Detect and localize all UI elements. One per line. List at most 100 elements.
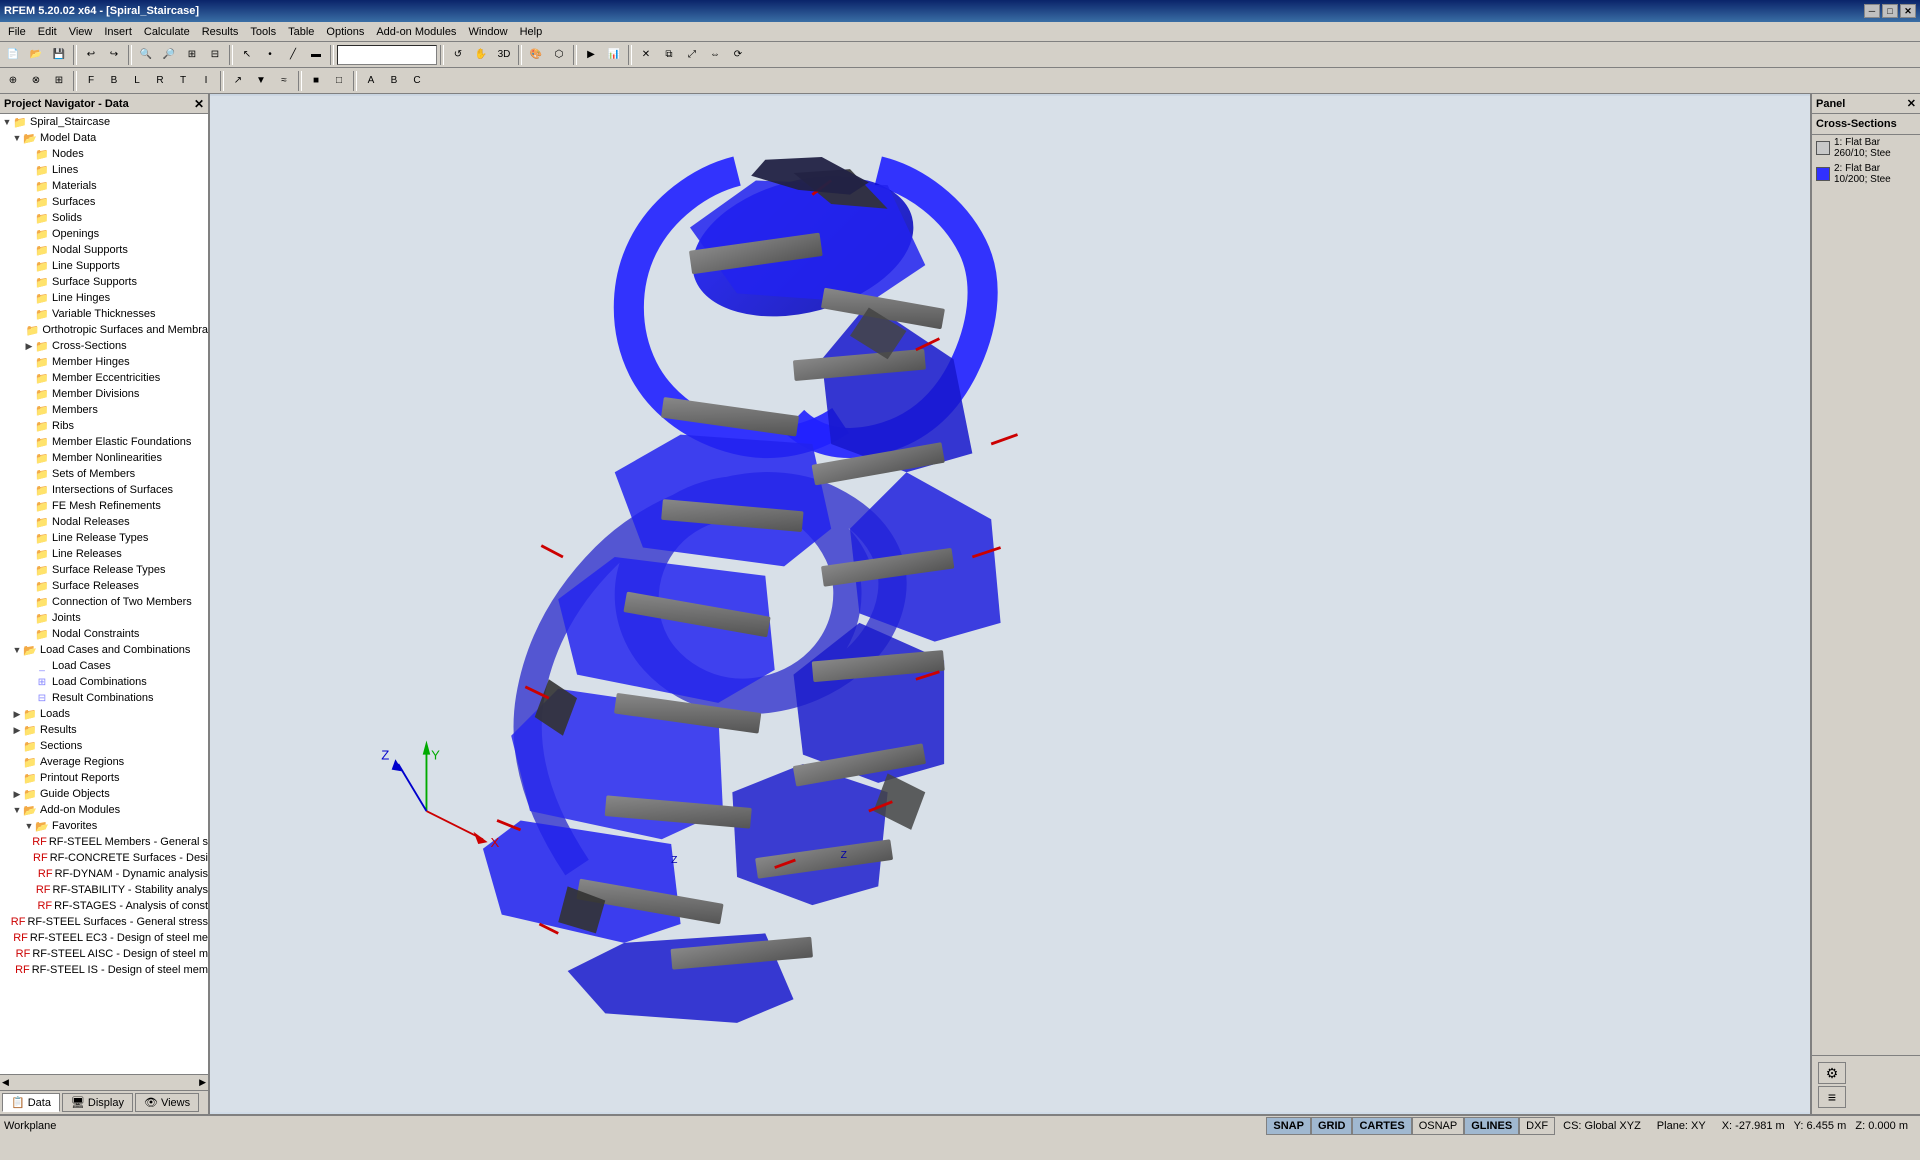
menu-view[interactable]: View: [63, 24, 99, 40]
tree-item-member-elastic-foundations[interactable]: 📁 Member Elastic Foundations: [0, 434, 208, 450]
tree-item-ribs[interactable]: 📁 Ribs: [0, 418, 208, 434]
nav-scroll-left-button[interactable]: ◀: [2, 1077, 9, 1088]
zoom-prev-button[interactable]: ⊟: [204, 44, 226, 66]
menu-options[interactable]: Options: [320, 24, 370, 40]
select-button[interactable]: ↖: [236, 44, 258, 66]
tree-item-rf-stages[interactable]: RF RF-STAGES - Analysis of const: [0, 898, 208, 914]
snap-intersection-button[interactable]: ⊞: [48, 70, 70, 92]
tree-item-results[interactable]: ▶ 📁 Results: [0, 722, 208, 738]
pan-button[interactable]: ✋: [470, 44, 492, 66]
results-button[interactable]: 📊: [603, 44, 625, 66]
tree-item-sections[interactable]: 📁 Sections: [0, 738, 208, 754]
mirror-button[interactable]: ⇔: [704, 44, 726, 66]
tree-item-nodes[interactable]: 📁 Nodes: [0, 146, 208, 162]
nav-close-button[interactable]: ✕: [194, 97, 204, 111]
tree-item-sets-of-members[interactable]: 📁 Sets of Members: [0, 466, 208, 482]
tree-item-rf-concrete-surfaces[interactable]: RF RF-CONCRETE Surfaces - Desi: [0, 850, 208, 866]
tree-toggle[interactable]: ▶: [12, 789, 22, 799]
status-snap-button[interactable]: SNAP: [1266, 1117, 1311, 1135]
tree-item-rf-steel-aisc[interactable]: RF RF-STEEL AISC - Design of steel m: [0, 946, 208, 962]
nav-tree[interactable]: ▼ 📁 Spiral_Staircase ▼ 📂 Model Data 📁 No…: [0, 114, 208, 1074]
nav-scroll-right-button[interactable]: ▶: [199, 1077, 206, 1088]
tree-item-favorites[interactable]: ▼ 📂 Favorites: [0, 818, 208, 834]
panel-close-button[interactable]: ✕: [1907, 97, 1916, 110]
redo-button[interactable]: ↪: [103, 44, 125, 66]
tree-item-addon-modules[interactable]: ▼ 📂 Add-on Modules: [0, 802, 208, 818]
tree-toggle[interactable]: ▶: [24, 341, 34, 351]
calculate-button[interactable]: ▶: [580, 44, 602, 66]
view-back-button[interactable]: B: [103, 70, 125, 92]
tree-item-members[interactable]: 📁 Members: [0, 402, 208, 418]
tree-item-spiral-staircase[interactable]: ▼ 📁 Spiral_Staircase: [0, 114, 208, 130]
menu-edit[interactable]: Edit: [32, 24, 63, 40]
render-button[interactable]: 🎨: [525, 44, 547, 66]
menu-file[interactable]: File: [2, 24, 32, 40]
tree-item-model-data[interactable]: ▼ 📂 Model Data: [0, 130, 208, 146]
maximize-button[interactable]: □: [1882, 4, 1898, 18]
tree-item-rf-steel-ec3[interactable]: RF RF-STEEL EC3 - Design of steel me: [0, 930, 208, 946]
view-iso-button[interactable]: I: [195, 70, 217, 92]
tab-data[interactable]: 📋 Data: [2, 1093, 60, 1112]
tree-item-guide-objects[interactable]: ▶ 📁 Guide Objects: [0, 786, 208, 802]
rotate-button[interactable]: ↺: [447, 44, 469, 66]
view-top-button[interactable]: T: [172, 70, 194, 92]
display-results-button[interactable]: ≈: [273, 70, 295, 92]
new-button[interactable]: 📄: [2, 44, 24, 66]
section-a-button[interactable]: A: [360, 70, 382, 92]
view-front-button[interactable]: F: [80, 70, 102, 92]
tree-item-line-releases[interactable]: 📁 Line Releases: [0, 546, 208, 562]
status-dxf-button[interactable]: DXF: [1519, 1117, 1555, 1135]
tree-item-solids[interactable]: 📁 Solids: [0, 210, 208, 226]
node-button[interactable]: •: [259, 44, 281, 66]
panel-list-button[interactable]: ≡: [1818, 1086, 1846, 1108]
tree-item-materials[interactable]: 📁 Materials: [0, 178, 208, 194]
tree-item-line-supports[interactable]: 📁 Line Supports: [0, 258, 208, 274]
zoom-all-button[interactable]: 🔍: [135, 44, 157, 66]
3d-button[interactable]: 3D: [493, 44, 515, 66]
menu-table[interactable]: Table: [282, 24, 320, 40]
status-grid-button[interactable]: GRID: [1311, 1117, 1353, 1135]
tree-item-rf-stability[interactable]: RF RF-STABILITY - Stability analys: [0, 882, 208, 898]
view-left-button[interactable]: L: [126, 70, 148, 92]
tree-item-intersections[interactable]: 📁 Intersections of Surfaces: [0, 482, 208, 498]
display-locals-button[interactable]: ↗: [227, 70, 249, 92]
tree-toggle[interactable]: ▼: [24, 821, 34, 831]
open-button[interactable]: 📂: [25, 44, 47, 66]
surface-button[interactable]: ▬: [305, 44, 327, 66]
snap-node-button[interactable]: ⊕: [2, 70, 24, 92]
undo-button[interactable]: ↩: [80, 44, 102, 66]
tree-toggle[interactable]: ▼: [12, 133, 22, 143]
move-button[interactable]: ⤢: [681, 44, 703, 66]
render-wire-button[interactable]: □: [328, 70, 350, 92]
tree-item-joints[interactable]: 📁 Joints: [0, 610, 208, 626]
section-b-button[interactable]: B: [383, 70, 405, 92]
tree-item-average-regions[interactable]: 📁 Average Regions: [0, 754, 208, 770]
tree-item-member-nonlinearities[interactable]: 📁 Member Nonlinearities: [0, 450, 208, 466]
menu-addon-modules[interactable]: Add-on Modules: [370, 24, 462, 40]
tree-item-rf-dynam[interactable]: RF RF-DYNAM - Dynamic analysis: [0, 866, 208, 882]
tree-item-line-release-types[interactable]: 📁 Line Release Types: [0, 530, 208, 546]
tree-item-member-eccentricities[interactable]: 📁 Member Eccentricities: [0, 370, 208, 386]
tree-item-surface-releases[interactable]: 📁 Surface Releases: [0, 578, 208, 594]
tree-item-surfaces[interactable]: 📁 Surfaces: [0, 194, 208, 210]
render-solid-button[interactable]: ■: [305, 70, 327, 92]
tree-item-surface-release-types[interactable]: 📁 Surface Release Types: [0, 562, 208, 578]
snap-midpoint-button[interactable]: ⊗: [25, 70, 47, 92]
menu-help[interactable]: Help: [514, 24, 549, 40]
tree-item-nodal-releases[interactable]: 📁 Nodal Releases: [0, 514, 208, 530]
menu-insert[interactable]: Insert: [98, 24, 138, 40]
tree-item-member-divisions[interactable]: 📁 Member Divisions: [0, 386, 208, 402]
model-name-input[interactable]: [337, 45, 437, 65]
rotate3d-button[interactable]: ⟳: [727, 44, 749, 66]
wireframe-button[interactable]: ⬡: [548, 44, 570, 66]
panel-settings-button[interactable]: ⚙: [1818, 1062, 1846, 1084]
tree-item-load-cases-combinations[interactable]: ▼ 📂 Load Cases and Combinations: [0, 642, 208, 658]
menu-window[interactable]: Window: [462, 24, 513, 40]
tree-item-connection-two-members[interactable]: 📁 Connection of Two Members: [0, 594, 208, 610]
menu-calculate[interactable]: Calculate: [138, 24, 196, 40]
section-c-button[interactable]: C: [406, 70, 428, 92]
tree-item-cross-sections[interactable]: ▶ 📁 Cross-Sections: [0, 338, 208, 354]
tree-toggle[interactable]: ▼: [12, 645, 22, 655]
tree-item-load-combinations[interactable]: ⊞ Load Combinations: [0, 674, 208, 690]
line-button[interactable]: ╱: [282, 44, 304, 66]
